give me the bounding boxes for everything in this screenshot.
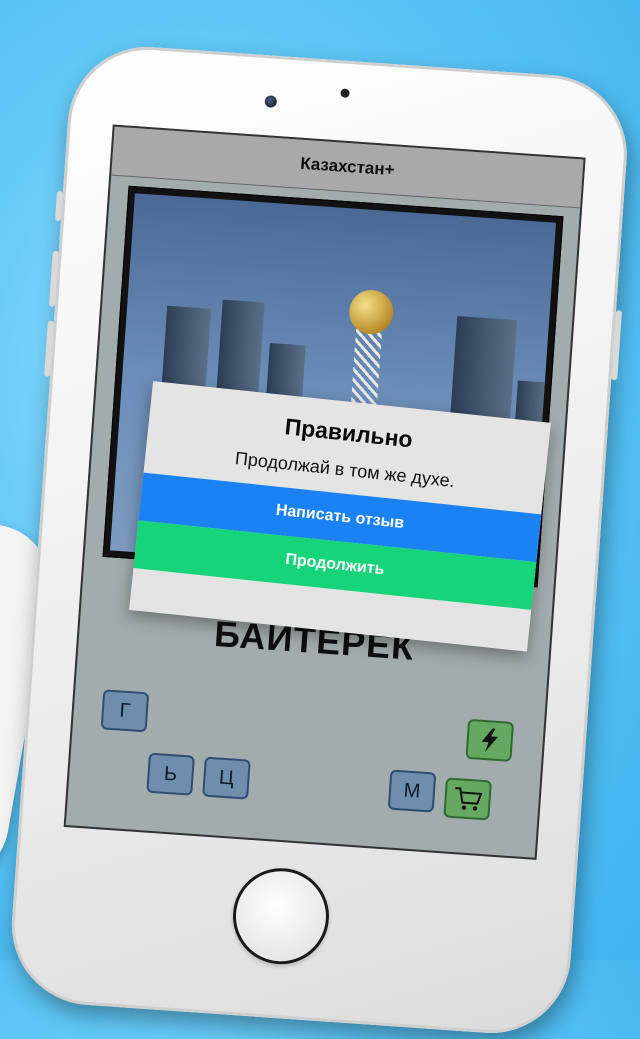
letter-label: Г bbox=[118, 698, 132, 722]
hint-button[interactable] bbox=[465, 718, 515, 762]
shop-button[interactable] bbox=[443, 777, 492, 821]
phone-mockup: Казахстан+ БАЙТЕРЕК Г Ь Ц М Правильно Пр… bbox=[6, 41, 633, 1039]
letter-tile[interactable]: Ц bbox=[202, 756, 251, 800]
letter-tile[interactable]: Ь bbox=[146, 752, 195, 796]
phone-body: Казахстан+ БАЙТЕРЕК Г Ь Ц М Правильно Пр… bbox=[6, 41, 633, 1039]
letter-label: М bbox=[402, 779, 422, 803]
front-camera bbox=[264, 95, 278, 108]
bayterek-tower-sphere bbox=[347, 288, 395, 336]
letter-label: Ь bbox=[163, 762, 178, 786]
app-screen: Казахстан+ БАЙТЕРЕК Г Ь Ц М Правильно Пр… bbox=[63, 124, 586, 860]
front-sensor bbox=[340, 88, 350, 98]
letter-tile[interactable]: М bbox=[387, 769, 437, 813]
success-dialog: Правильно Продолжай в том же духе. Напис… bbox=[129, 381, 551, 652]
power-button bbox=[611, 310, 623, 381]
home-button[interactable] bbox=[229, 864, 333, 968]
volume-up-button bbox=[48, 250, 59, 307]
letter-tile[interactable]: Г bbox=[100, 689, 150, 733]
app-title: Казахстан+ bbox=[299, 153, 396, 180]
lightning-icon bbox=[481, 728, 498, 753]
letter-label: Ц bbox=[218, 766, 235, 790]
mute-switch bbox=[54, 190, 64, 222]
volume-down-button bbox=[44, 320, 54, 377]
cart-icon bbox=[455, 787, 483, 811]
